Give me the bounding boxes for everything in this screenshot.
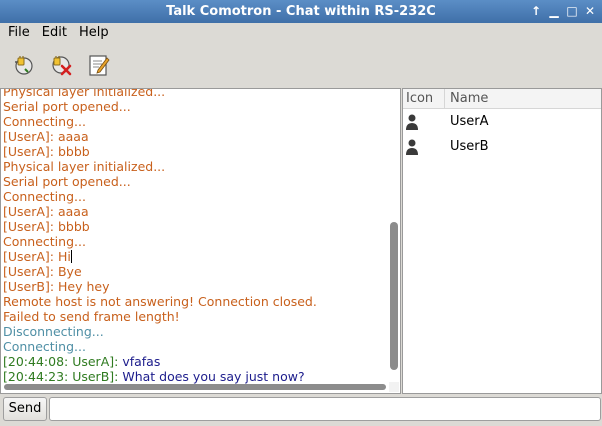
- user-name: UserA: [450, 114, 489, 129]
- chat-line-text: Connecting...: [3, 189, 86, 204]
- chat-line: [UserB]: Hey hey: [3, 279, 386, 294]
- chat-line: [UserA]: bbbb: [3, 144, 386, 159]
- chat-line-text: [UserA]: bbbb: [3, 144, 90, 159]
- connect-button[interactable]: [7, 49, 39, 81]
- chat-line: Serial port opened...: [3, 174, 386, 189]
- restore-button[interactable]: ↑: [530, 3, 542, 19]
- menu-file[interactable]: File: [2, 23, 36, 43]
- chat-lines: Physical layer initialized... Serial port…: [3, 88, 386, 384]
- chat-line: Connecting...: [3, 189, 386, 204]
- chat-line: [UserA]: Hi: [3, 249, 386, 264]
- chat-line-text: Physical layer initialized...: [3, 88, 166, 99]
- users-list: Icon Name UserA UserB: [402, 88, 602, 394]
- chat-line-text: [UserA]: Hi: [3, 249, 71, 264]
- menu-bar: File Edit Help: [0, 23, 602, 43]
- chat-line-text: Connecting...: [3, 339, 86, 354]
- chat-line-text: [UserA]: bbbb: [3, 219, 90, 234]
- restore-icon: ↑: [530, 4, 542, 18]
- close-button[interactable]: ✕: [584, 3, 596, 19]
- chat-line-text: [UserA]: aaaa: [3, 204, 89, 219]
- chat-horizontal-scroll-thumb[interactable]: [4, 384, 386, 390]
- window-title: Talk Comotron - Chat within RS-232C: [166, 4, 436, 19]
- title-bar: Talk Comotron - Chat within RS-232C ↑ ▁ □ ✕: [0, 0, 602, 23]
- chat-line: [UserA]: aaaa: [3, 129, 386, 144]
- input-bar: Send: [0, 396, 602, 426]
- maximize-icon: □: [566, 4, 578, 18]
- chat-line: [UserA]: aaaa: [3, 204, 386, 219]
- chat-line: Failed to send frame length!: [3, 309, 386, 324]
- column-header-name[interactable]: Name: [445, 89, 488, 108]
- person-icon: [403, 139, 445, 155]
- chat-log[interactable]: Physical layer initialized... Serial port…: [0, 88, 401, 394]
- users-header: Icon Name: [403, 89, 601, 109]
- chat-line: Connecting...: [3, 234, 386, 249]
- minimize-icon: ▁: [549, 4, 559, 18]
- close-icon: ✕: [584, 4, 596, 18]
- user-row[interactable]: UserB: [403, 134, 601, 159]
- toolbar: [0, 45, 602, 85]
- chat-line: Serial port opened...: [3, 99, 386, 114]
- user-name: UserB: [450, 139, 489, 154]
- send-button[interactable]: Send: [3, 397, 47, 421]
- chat-line-text: Serial port opened...: [3, 99, 131, 114]
- chat-line: Physical layer initialized...: [3, 88, 386, 99]
- chat-line-text: Disconnecting...: [3, 324, 104, 339]
- chat-line: Connecting...: [3, 114, 386, 129]
- chat-line: [UserA]: bbbb: [3, 219, 386, 234]
- message-input[interactable]: [49, 397, 601, 421]
- chat-line-text: Connecting...: [3, 114, 86, 129]
- chat-line-text: Failed to send frame length!: [3, 309, 180, 324]
- chat-message: [20:44:08: UserA]: vfafas: [3, 354, 386, 369]
- disconnect-button[interactable]: [45, 49, 77, 81]
- chat-line: Connecting...: [3, 339, 386, 354]
- maximize-button[interactable]: □: [566, 3, 578, 19]
- person-icon: [403, 114, 445, 130]
- chat-vertical-scrollbar[interactable]: [389, 90, 399, 380]
- menu-edit[interactable]: Edit: [36, 23, 73, 43]
- chat-horizontal-scrollbar[interactable]: [2, 382, 388, 392]
- menu-help[interactable]: Help: [73, 23, 115, 43]
- column-header-icon[interactable]: Icon: [403, 89, 445, 108]
- chat-line-text: Remote host is not answering! Connection…: [3, 294, 317, 309]
- chat-line-text: [UserB]: Hey hey: [3, 279, 110, 294]
- message-text: vfafas: [122, 354, 161, 369]
- chat-line-text: Physical layer initialized...: [3, 159, 166, 174]
- text-caret: [70, 250, 72, 263]
- chat-line-text: Connecting...: [3, 234, 86, 249]
- chat-line-text: [UserA]: Bye: [3, 264, 82, 279]
- user-row[interactable]: UserA: [403, 109, 601, 134]
- chat-line: Remote host is not answering! Connection…: [3, 294, 386, 309]
- edit-settings-button[interactable]: [83, 49, 115, 81]
- chat-line: Disconnecting...: [3, 324, 386, 339]
- disconnect-icon: [52, 56, 72, 76]
- scroll-corner: [389, 382, 399, 392]
- message-timestamp-sender: [20:44:08: UserA]:: [3, 354, 123, 369]
- chat-line-text: Serial port opened...: [3, 174, 131, 189]
- chat-line: [UserA]: Bye: [3, 264, 386, 279]
- chat-line-text: [UserA]: aaaa: [3, 129, 89, 144]
- connect-icon: [15, 56, 33, 75]
- minimize-button[interactable]: ▁: [548, 3, 560, 19]
- edit-settings-icon: [89, 55, 110, 76]
- chat-line: Physical layer initialized...: [3, 159, 386, 174]
- chat-vertical-scroll-thumb[interactable]: [390, 222, 398, 370]
